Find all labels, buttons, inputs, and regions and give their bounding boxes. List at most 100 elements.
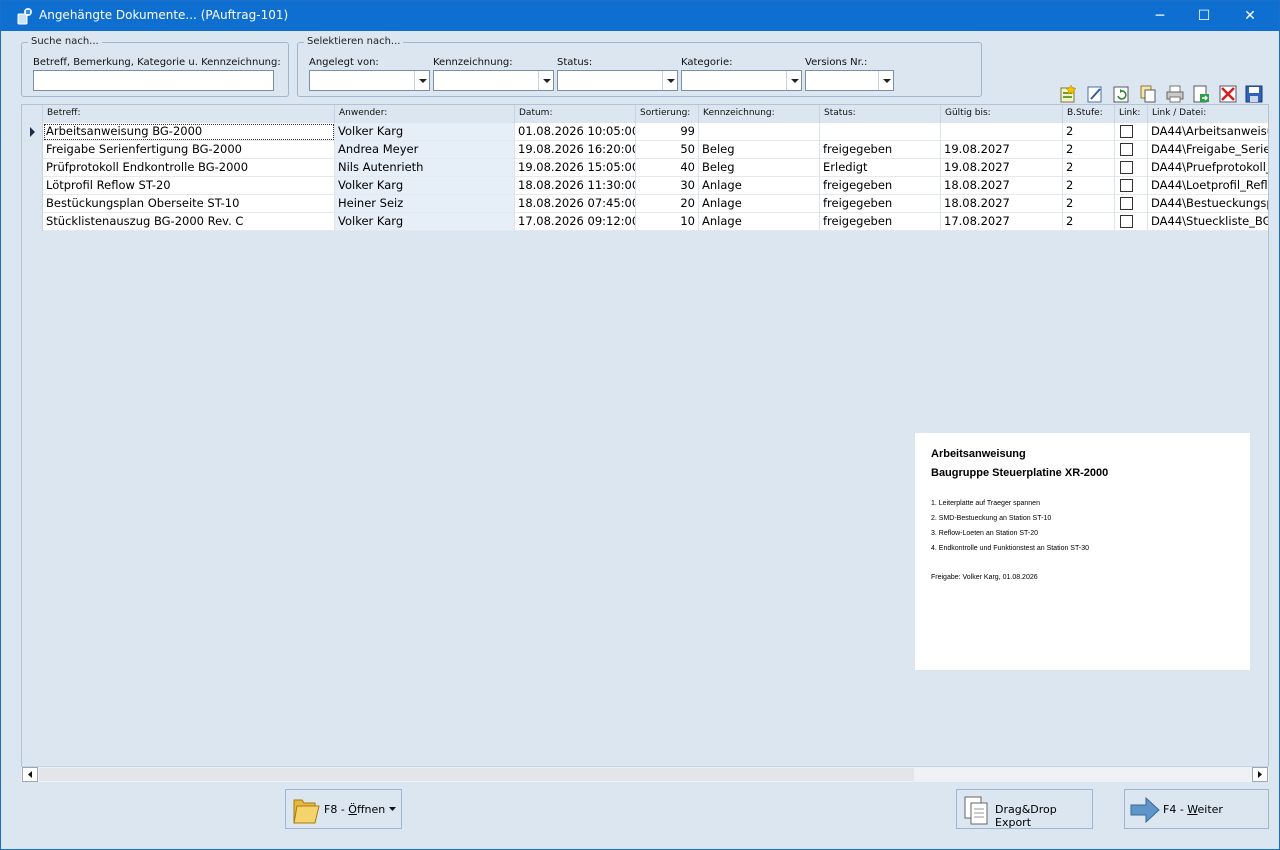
copy-icon[interactable] [1138, 84, 1158, 104]
column-header-link-datei[interactable]: Link / Datei: [1148, 105, 1268, 123]
link-checkbox[interactable] [1120, 143, 1133, 156]
created-by-combo[interactable] [309, 70, 430, 91]
table-row[interactable]: Arbeitsanweisung BG-2000 Volker Karg 01.… [22, 123, 1268, 141]
cell-sortierung[interactable]: 50 [636, 141, 699, 159]
cell-anwender[interactable]: Volker Karg [335, 123, 515, 141]
table-row[interactable]: Freigabe Serienfertigung BG-2000 Andrea … [22, 141, 1268, 159]
cell-link[interactable] [1115, 177, 1148, 195]
cell-link[interactable] [1115, 195, 1148, 213]
cell-link-datei[interactable]: DA44\Pruefprotokoll_Endkontrolle [1148, 159, 1268, 177]
cell-gueltig-bis[interactable]: 18.08.2027 [941, 177, 1063, 195]
cell-betreff[interactable]: Lötprofil Reflow ST-20 [43, 177, 335, 195]
link-checkbox[interactable] [1120, 215, 1133, 228]
cell-betreff[interactable]: Stücklistenauszug BG-2000 Rev. C [43, 213, 335, 231]
cell-kennzeichnung[interactable]: Anlage [699, 177, 820, 195]
chevron-down-icon[interactable] [414, 71, 429, 90]
scroll-thumb[interactable] [39, 768, 914, 781]
table-row[interactable]: Stücklistenauszug BG-2000 Rev. C Volker … [22, 213, 1268, 231]
close-button[interactable]: ✕ [1227, 1, 1273, 31]
cell-link-datei[interactable]: DA44\Arbeitsanweisung [1148, 123, 1268, 141]
cell-datum[interactable]: 01.08.2026 10:05:00 [515, 123, 636, 141]
scroll-right-button[interactable] [1252, 767, 1268, 782]
cell-gueltig-bis[interactable]: 19.08.2027 [941, 141, 1063, 159]
chevron-down-icon[interactable] [786, 71, 801, 90]
edit-icon[interactable] [1085, 84, 1105, 104]
cell-link[interactable] [1115, 123, 1148, 141]
cell-link-datei[interactable]: DA44\Loetprofil_Reflow [1148, 177, 1268, 195]
cell-link[interactable] [1115, 159, 1148, 177]
version-combo[interactable] [805, 70, 894, 91]
link-checkbox[interactable] [1120, 161, 1133, 174]
cell-kennzeichnung[interactable] [699, 123, 820, 141]
title-bar[interactable]: Angehängte Dokumente... (PAuftrag-101) ─… [1, 1, 1279, 31]
chevron-down-icon[interactable] [389, 806, 397, 812]
cell-bstufe[interactable]: 2 [1063, 141, 1115, 159]
chevron-down-icon[interactable] [878, 71, 893, 90]
marking-combo[interactable] [433, 70, 554, 91]
column-header-sortierung[interactable]: Sortierung: [636, 105, 699, 123]
cell-anwender[interactable]: Volker Karg [335, 177, 515, 195]
row-selector[interactable] [22, 195, 43, 213]
new-document-icon[interactable] [1058, 84, 1078, 104]
cell-link[interactable] [1115, 213, 1148, 231]
cell-sortierung[interactable]: 30 [636, 177, 699, 195]
cell-status[interactable]: freigegeben [820, 213, 941, 231]
scroll-left-button[interactable] [22, 767, 38, 782]
export-icon[interactable] [1191, 84, 1211, 104]
cell-anwender[interactable]: Volker Karg [335, 213, 515, 231]
cell-link[interactable] [1115, 141, 1148, 159]
maximize-button[interactable]: ☐ [1181, 1, 1227, 31]
row-selector[interactable] [22, 141, 43, 159]
cell-bstufe[interactable]: 2 [1063, 213, 1115, 231]
row-selector[interactable] [22, 177, 43, 195]
table-row[interactable]: Bestückungsplan Oberseite ST-10 Heiner S… [22, 195, 1268, 213]
cell-sortierung[interactable]: 99 [636, 123, 699, 141]
chevron-down-icon[interactable] [538, 71, 553, 90]
cell-datum[interactable]: 19.08.2026 16:20:00 [515, 141, 636, 159]
cell-anwender[interactable]: Andrea Meyer [335, 141, 515, 159]
cell-status[interactable]: freigegeben [820, 195, 941, 213]
link-checkbox[interactable] [1120, 125, 1133, 138]
cell-sortierung[interactable]: 20 [636, 195, 699, 213]
cell-kennzeichnung[interactable]: Anlage [699, 195, 820, 213]
cell-betreff[interactable]: Freigabe Serienfertigung BG-2000 [43, 141, 335, 159]
cell-gueltig-bis[interactable]: 18.08.2027 [941, 195, 1063, 213]
print-icon[interactable] [1165, 84, 1185, 104]
cell-gueltig-bis[interactable] [941, 123, 1063, 141]
link-checkbox[interactable] [1120, 179, 1133, 192]
cell-anwender[interactable]: Nils Autenrieth [335, 159, 515, 177]
column-header-bstufe[interactable]: B.Stufe: [1063, 105, 1115, 123]
cell-gueltig-bis[interactable]: 17.08.2027 [941, 213, 1063, 231]
cell-kennzeichnung[interactable]: Anlage [699, 213, 820, 231]
cell-betreff[interactable]: Arbeitsanweisung BG-2000 [43, 123, 335, 141]
chevron-down-icon[interactable] [662, 71, 677, 90]
cell-link-datei[interactable]: DA44\Stueckliste_BG [1148, 213, 1268, 231]
minimize-button[interactable]: ─ [1137, 1, 1183, 31]
open-button[interactable]: F8 - Öffnen [285, 789, 402, 829]
status-combo[interactable] [557, 70, 678, 91]
column-header-anwender[interactable]: Anwender: [335, 105, 515, 123]
cell-sortierung[interactable]: 10 [636, 213, 699, 231]
cell-sortierung[interactable]: 40 [636, 159, 699, 177]
cell-bstufe[interactable]: 2 [1063, 195, 1115, 213]
row-selector[interactable] [22, 123, 43, 141]
cell-bstufe[interactable]: 2 [1063, 159, 1115, 177]
delete-icon[interactable] [1218, 84, 1238, 104]
column-header-kennzeichnung[interactable]: Kennzeichnung: [699, 105, 820, 123]
link-checkbox[interactable] [1120, 197, 1133, 210]
row-selector[interactable] [22, 213, 43, 231]
cell-status[interactable]: Erledigt [820, 159, 941, 177]
cell-link-datei[interactable]: DA44\Freigabe_Serienfertigung [1148, 141, 1268, 159]
search-input[interactable] [33, 70, 274, 91]
cell-kennzeichnung[interactable]: Beleg [699, 141, 820, 159]
cell-datum[interactable]: 19.08.2026 15:05:00 [515, 159, 636, 177]
cell-status[interactable]: freigegeben [820, 177, 941, 195]
column-header-betreff[interactable]: Betreff: [43, 105, 335, 123]
cell-anwender[interactable]: Heiner Seiz [335, 195, 515, 213]
cell-status[interactable]: freigegeben [820, 141, 941, 159]
cell-bstufe[interactable]: 2 [1063, 177, 1115, 195]
horizontal-scrollbar[interactable] [21, 766, 1269, 782]
refresh-icon[interactable] [1111, 84, 1131, 104]
cell-datum[interactable]: 17.08.2026 09:12:00 [515, 213, 636, 231]
cell-gueltig-bis[interactable]: 19.08.2027 [941, 159, 1063, 177]
